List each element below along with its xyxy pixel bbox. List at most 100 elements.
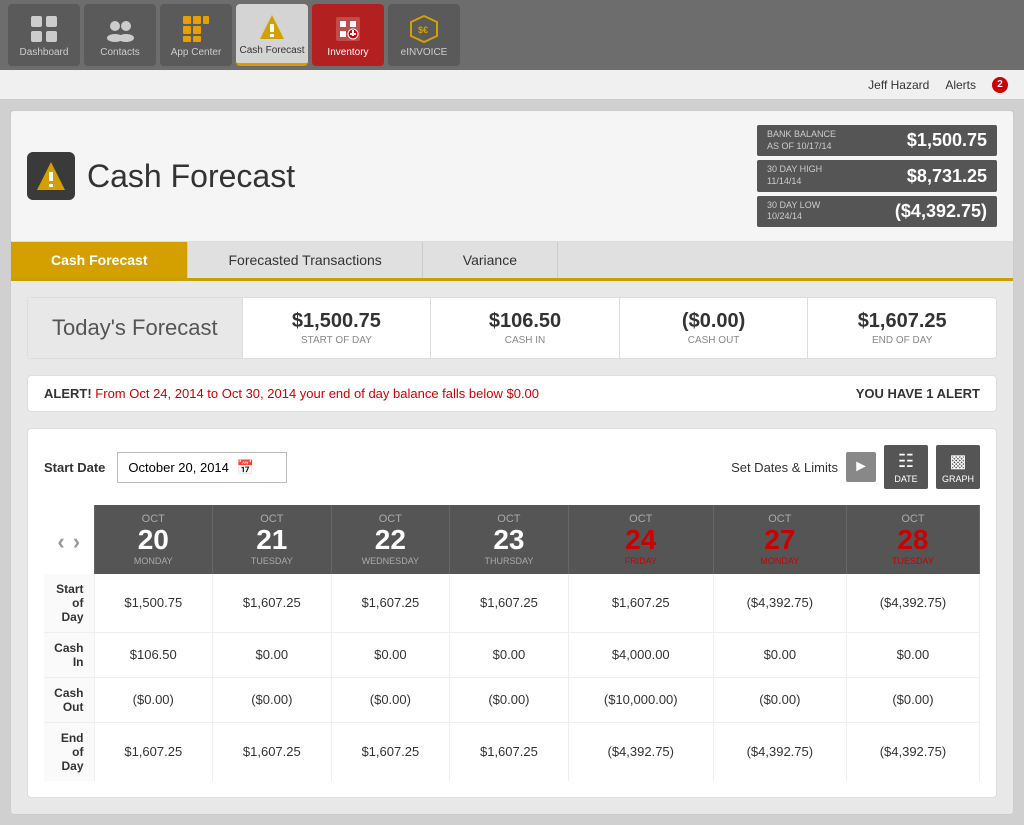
nav-item-einvoice[interactable]: $ € eINVOICE [388,4,460,66]
forecast-stat-endofday-value: $1,607.25 [824,310,980,333]
cell-eod-oct20: $1,607.25 [94,722,213,781]
date-view-icon: ☷ [898,451,914,472]
graph-view-button[interactable]: ▩ GRAPH [936,445,980,489]
stat-box-30day-high: 30 DAY HIGH 11/14/14 $8,731.25 [757,160,997,191]
tab-cash-forecast[interactable]: Cash Forecast [11,242,188,278]
svg-text:€: € [423,25,428,35]
alert-prefix: ALERT! [44,386,92,401]
forecast-stat-cashout: ($0.00) CASH OUT [620,298,809,358]
col-header-oct20: OCT 20 MONDAY [94,505,213,574]
page-title: Cash Forecast [87,158,295,195]
date-view-button[interactable]: ☷ DATE [884,445,928,489]
alert-box: ALERT! From Oct 24, 2014 to Oct 30, 2014… [27,375,997,412]
cell-sod-oct22: $1,607.25 [331,574,450,633]
nav-label-inventory: Inventory [327,47,368,58]
start-date-area: Start Date October 20, 2014 📅 [44,452,287,483]
forecast-stat-endofday: $1,607.25 END OF DAY [808,298,996,358]
stat-label-30day-high: 30 DAY HIGH 11/14/14 [767,164,822,187]
set-dates-arrow-button[interactable]: ► [846,452,876,482]
nav-label-dashboard: Dashboard [20,47,69,58]
stat-box-30day-low: 30 DAY LOW 10/24/14 ($4,392.75) [757,196,997,227]
nav-item-contacts[interactable]: Contacts [84,4,156,66]
forecast-stat-start: $1,500.75 START OF DAY [243,298,432,358]
dayname-oct22: WEDNESDAY [338,556,444,570]
cash-forecast-nav-icon [256,11,288,43]
today-forecast-label: Today's Forecast [52,315,218,341]
col-header-oct28: OCT 28 TUESDAY [846,505,979,574]
col-header-oct24: OCT 24 FRIDAY [568,505,713,574]
app-center-icon [180,13,212,45]
cell-sod-oct20: $1,500.75 [94,574,213,633]
cell-ci-oct22: $0.00 [331,632,450,677]
daynum-oct27: 27 [720,525,840,556]
contacts-icon [104,13,136,45]
nav-label-einvoice: eINVOICE [401,47,448,58]
cell-eod-oct28: ($4,392.75) [846,722,979,781]
cell-ci-oct27: $0.00 [713,632,846,677]
stat-value-bank-balance: $1,500.75 [907,130,987,151]
dayname-oct23: THURSDAY [456,556,562,570]
dayname-oct20: MONDAY [101,556,207,570]
tab-forecasted-transactions[interactable]: Forecasted Transactions [188,242,422,278]
daynum-oct22: 22 [338,525,444,556]
stats-boxes: BANK BALANCE AS OF 10/17/14 $1,500.75 30… [757,125,997,227]
cell-eod-oct27: ($4,392.75) [713,722,846,781]
user-name: Jeff Hazard [868,78,929,92]
cell-sod-oct27: ($4,392.75) [713,574,846,633]
calendar-icon: 📅 [237,459,254,476]
cell-eod-oct23: $1,607.25 [450,722,569,781]
right-controls: Set Dates & Limits ► ☷ DATE ▩ GRAPH [731,445,980,489]
main-content: Cash Forecast BANK BALANCE AS OF 10/17/1… [0,100,1024,825]
top-nav: Dashboard Contacts App Cent [0,0,1024,70]
nav-label-app-center: App Center [171,47,222,58]
stat-value-30day-high: $8,731.25 [907,166,987,187]
cell-co-oct20: ($0.00) [94,677,213,722]
stat-label-bank-balance: BANK BALANCE AS OF 10/17/14 [767,129,836,152]
app-header: Cash Forecast BANK BALANCE AS OF 10/17/1… [11,111,1013,242]
prev-arrow[interactable]: ‹ [57,529,64,555]
cell-sod-oct24: $1,607.25 [568,574,713,633]
forecast-stat-cashin-value: $106.50 [447,310,603,333]
nav-item-cash-forecast[interactable]: Cash Forecast [236,4,308,66]
date-btn-label: DATE [894,474,917,484]
nav-arrows: ‹ › [50,529,88,555]
dayname-oct28: TUESDAY [853,556,973,570]
cell-ci-oct20: $106.50 [94,632,213,677]
alerts-label[interactable]: Alerts [945,78,976,92]
daynum-oct20: 20 [101,525,207,556]
row-start-of-day: Start of Day $1,500.75 $1,607.25 $1,607.… [44,574,980,633]
dayname-oct24: FRIDAY [575,556,707,570]
col-header-oct23: OCT 23 THURSDAY [450,505,569,574]
date-input[interactable]: October 20, 2014 📅 [117,452,287,483]
alerts-badge[interactable]: 2 [992,77,1008,93]
cell-sod-oct23: $1,607.25 [450,574,569,633]
row-end-of-day: End of Day $1,607.25 $1,607.25 $1,607.25… [44,722,980,781]
dayname-oct27: MONDAY [720,556,840,570]
forecast-stat-cashin-label: CASH IN [447,335,603,346]
next-arrow[interactable]: › [73,529,80,555]
nav-item-app-center[interactable]: App Center [160,4,232,66]
einvoice-icon: $ € [408,13,440,45]
row-label-cash-in: Cash In [44,632,94,677]
app-icon-box [27,152,75,200]
daynum-oct23: 23 [456,525,562,556]
daynum-oct24: 24 [575,525,707,556]
tab-variance[interactable]: Variance [423,242,558,278]
forecast-label-section: Today's Forecast [28,298,243,358]
daynum-oct21: 21 [219,525,325,556]
app-panel: Cash Forecast BANK BALANCE AS OF 10/17/1… [10,110,1014,815]
date-value: October 20, 2014 [128,460,228,475]
nav-item-inventory[interactable]: Inventory [312,4,384,66]
alert-count: YOU HAVE 1 ALERT [856,386,980,401]
col-header-oct21: OCT 21 TUESDAY [213,505,332,574]
forecast-stat-endofday-label: END OF DAY [824,335,980,346]
nav-item-dashboard[interactable]: Dashboard [8,4,80,66]
row-cash-out: Cash Out ($0.00) ($0.00) ($0.00) ($0.00)… [44,677,980,722]
cell-ci-oct28: $0.00 [846,632,979,677]
forecast-stat-cashin: $106.50 CASH IN [431,298,620,358]
set-dates-button[interactable]: Set Dates & Limits [731,460,838,475]
data-table: ‹ › OCT 20 MONDAY OCT 21 [44,505,980,781]
cell-ci-oct24: $4,000.00 [568,632,713,677]
forecast-stat-cashout-value: ($0.00) [636,310,792,333]
cell-co-oct23: ($0.00) [450,677,569,722]
